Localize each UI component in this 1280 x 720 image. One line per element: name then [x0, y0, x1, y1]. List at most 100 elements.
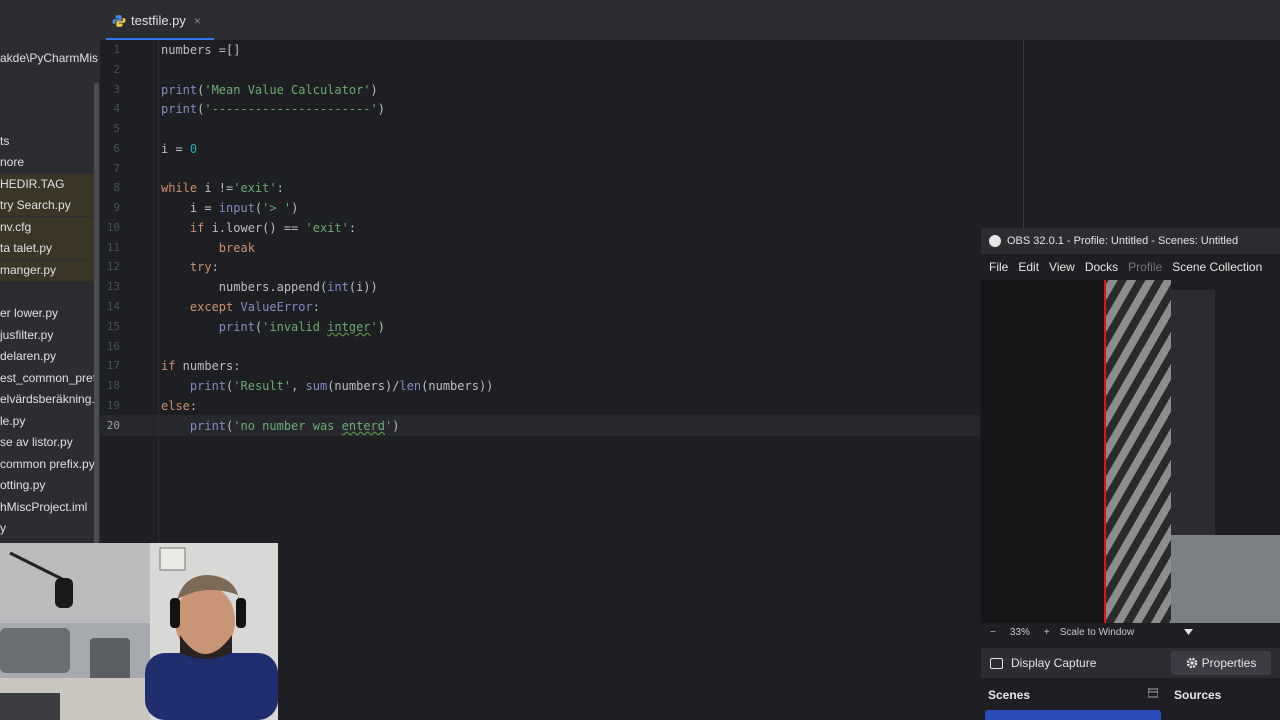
sidebar-scrollbar[interactable]: [94, 83, 99, 543]
selected-scene-row[interactable]: [985, 710, 1161, 720]
code-line-10: if i.lower() == 'exit':: [161, 218, 356, 238]
dropdown-chevron-icon[interactable]: [1184, 629, 1194, 635]
code-line-19: else:: [161, 396, 197, 416]
code-token: int: [327, 280, 349, 294]
preview-sidebar-thumbnail: [1171, 290, 1215, 535]
sidebar-item[interactable]: ta talet.py: [0, 238, 97, 259]
properties-button[interactable]: Properties: [1171, 651, 1271, 675]
code-token: :: [312, 300, 320, 314]
preview-editor-thumbnail: [1171, 280, 1280, 535]
sidebar-item[interactable]: y: [0, 518, 97, 539]
tab-label: testfile.py: [131, 13, 186, 28]
code-token: else: [161, 399, 190, 413]
code-token: 'Mean Value Calculator': [204, 83, 371, 97]
code-line-17: if numbers:: [161, 356, 240, 376]
obs-title-bar[interactable]: OBS 32.0.1 - Profile: Untitled - Scenes:…: [981, 228, 1280, 254]
code-token: except: [161, 300, 234, 314]
code-token: 'no number was: [233, 419, 342, 433]
preview-bounding-line: [1104, 280, 1106, 623]
code-token: len: [399, 379, 422, 393]
sidebar-item[interactable]: try Search.py: [0, 195, 97, 216]
sidebar-item[interactable]: common prefix.py: [0, 454, 97, 475]
zoom-level: 33%: [1009, 626, 1030, 638]
sidebar-item[interactable]: elvärdsberäkning.p: [0, 389, 97, 410]
obs-docks-header: Scenes Sources: [981, 686, 1280, 706]
sidebar-item[interactable]: nore: [0, 152, 97, 173]
code-token: ): [377, 320, 386, 334]
line-number: 2: [113, 63, 120, 76]
code-token: if: [161, 359, 176, 373]
code-token: ): [370, 83, 378, 97]
line-number: 11: [106, 241, 120, 254]
tab-testfile[interactable]: testfile.py ×: [106, 3, 214, 40]
code-token: 0: [189, 142, 198, 156]
code-token: i =: [161, 142, 190, 156]
obs-logo-icon: [989, 235, 1001, 247]
line-number: 7: [113, 162, 120, 175]
menu-scene-collection[interactable]: Scene Collection: [1172, 260, 1262, 274]
menu-docks[interactable]: Docks: [1085, 260, 1118, 274]
code-token: ': [370, 320, 378, 334]
line-number: 19: [106, 399, 120, 412]
zoom-in-button[interactable]: +: [1044, 627, 1050, 638]
code-token: print: [218, 320, 255, 334]
sidebar-item[interactable]: jusfilter.py: [0, 325, 97, 346]
code-token: 'Result': [233, 379, 292, 393]
sidebar-item[interactable]: ts: [0, 131, 97, 152]
code-line-14: except ValueError:: [161, 297, 320, 317]
line-number: 10: [106, 221, 120, 234]
project-path[interactable]: akde\PyCharmMis: [0, 47, 100, 69]
code-line-18: print('Result', sum(numbers)/len(numbers…: [161, 376, 493, 396]
sidebar-item[interactable]: nv.cfg: [0, 217, 97, 238]
webcam-image: [0, 543, 278, 720]
dock-menu-icon[interactable]: [1148, 688, 1158, 698]
sidebar-item[interactable]: hMiscProject.iml: [0, 497, 97, 518]
code-token: (numbers)): [421, 379, 494, 393]
code-token: numbers =[]: [161, 43, 241, 57]
line-number: 4: [113, 102, 120, 115]
sources-dock-title: Sources: [1174, 688, 1222, 702]
line-number: 5: [113, 122, 120, 135]
menu-file[interactable]: File: [989, 260, 1008, 274]
menu-edit[interactable]: Edit: [1018, 260, 1039, 274]
line-number: 15: [106, 320, 120, 333]
obs-zoom-controls: − 33% + Scale to Window: [981, 623, 1280, 641]
spelling-warning[interactable]: enterd: [342, 419, 385, 433]
sidebar-item[interactable]: HEDIR.TAG: [0, 174, 97, 195]
scenes-dock-title: Scenes: [988, 688, 1031, 702]
sidebar-item[interactable]: le.py: [0, 411, 97, 432]
close-tab-icon[interactable]: ×: [194, 14, 201, 28]
code-line-4: print('----------------------'): [161, 99, 385, 119]
code-token: print: [189, 419, 227, 433]
code-token: ValueError: [233, 300, 313, 314]
code-token: ): [291, 201, 299, 215]
code-line-3: print('Mean Value Calculator'): [161, 80, 378, 100]
obs-preview[interactable]: [981, 280, 1280, 623]
code-token: while: [161, 181, 198, 195]
code-token: '> ': [262, 201, 292, 215]
line-number: 6: [113, 142, 120, 155]
sidebar-item[interactable]: se av listor.py: [0, 432, 97, 453]
code-token: break: [161, 241, 255, 255]
scale-mode-select[interactable]: Scale to Window: [1060, 627, 1134, 638]
sidebar-item[interactable]: manger.py: [0, 260, 97, 281]
menu-view[interactable]: View: [1049, 260, 1075, 274]
code-line-1: numbers =[]: [161, 40, 240, 60]
sidebar-item[interactable]: delaren.py: [0, 346, 97, 367]
menu-profile[interactable]: Profile: [1128, 260, 1162, 274]
code-token: ): [392, 419, 400, 433]
code-line-6: i = 0: [161, 139, 197, 159]
sidebar-item[interactable]: est_common_prefi: [0, 368, 97, 389]
code-token: 'exit': [305, 221, 349, 235]
line-number: 13: [106, 280, 120, 293]
code-token: i =: [161, 201, 219, 215]
sidebar-item[interactable]: er lower.py: [0, 303, 97, 324]
spelling-warning[interactable]: intger: [327, 320, 370, 334]
code-token: i.lower() ==: [204, 221, 306, 235]
code-token: ,: [291, 379, 306, 393]
code-line-8: while i !='exit':: [161, 178, 284, 198]
code-token: input: [218, 201, 255, 215]
sidebar-item[interactable]: otting.py: [0, 475, 97, 496]
zoom-out-button[interactable]: −: [990, 627, 996, 638]
